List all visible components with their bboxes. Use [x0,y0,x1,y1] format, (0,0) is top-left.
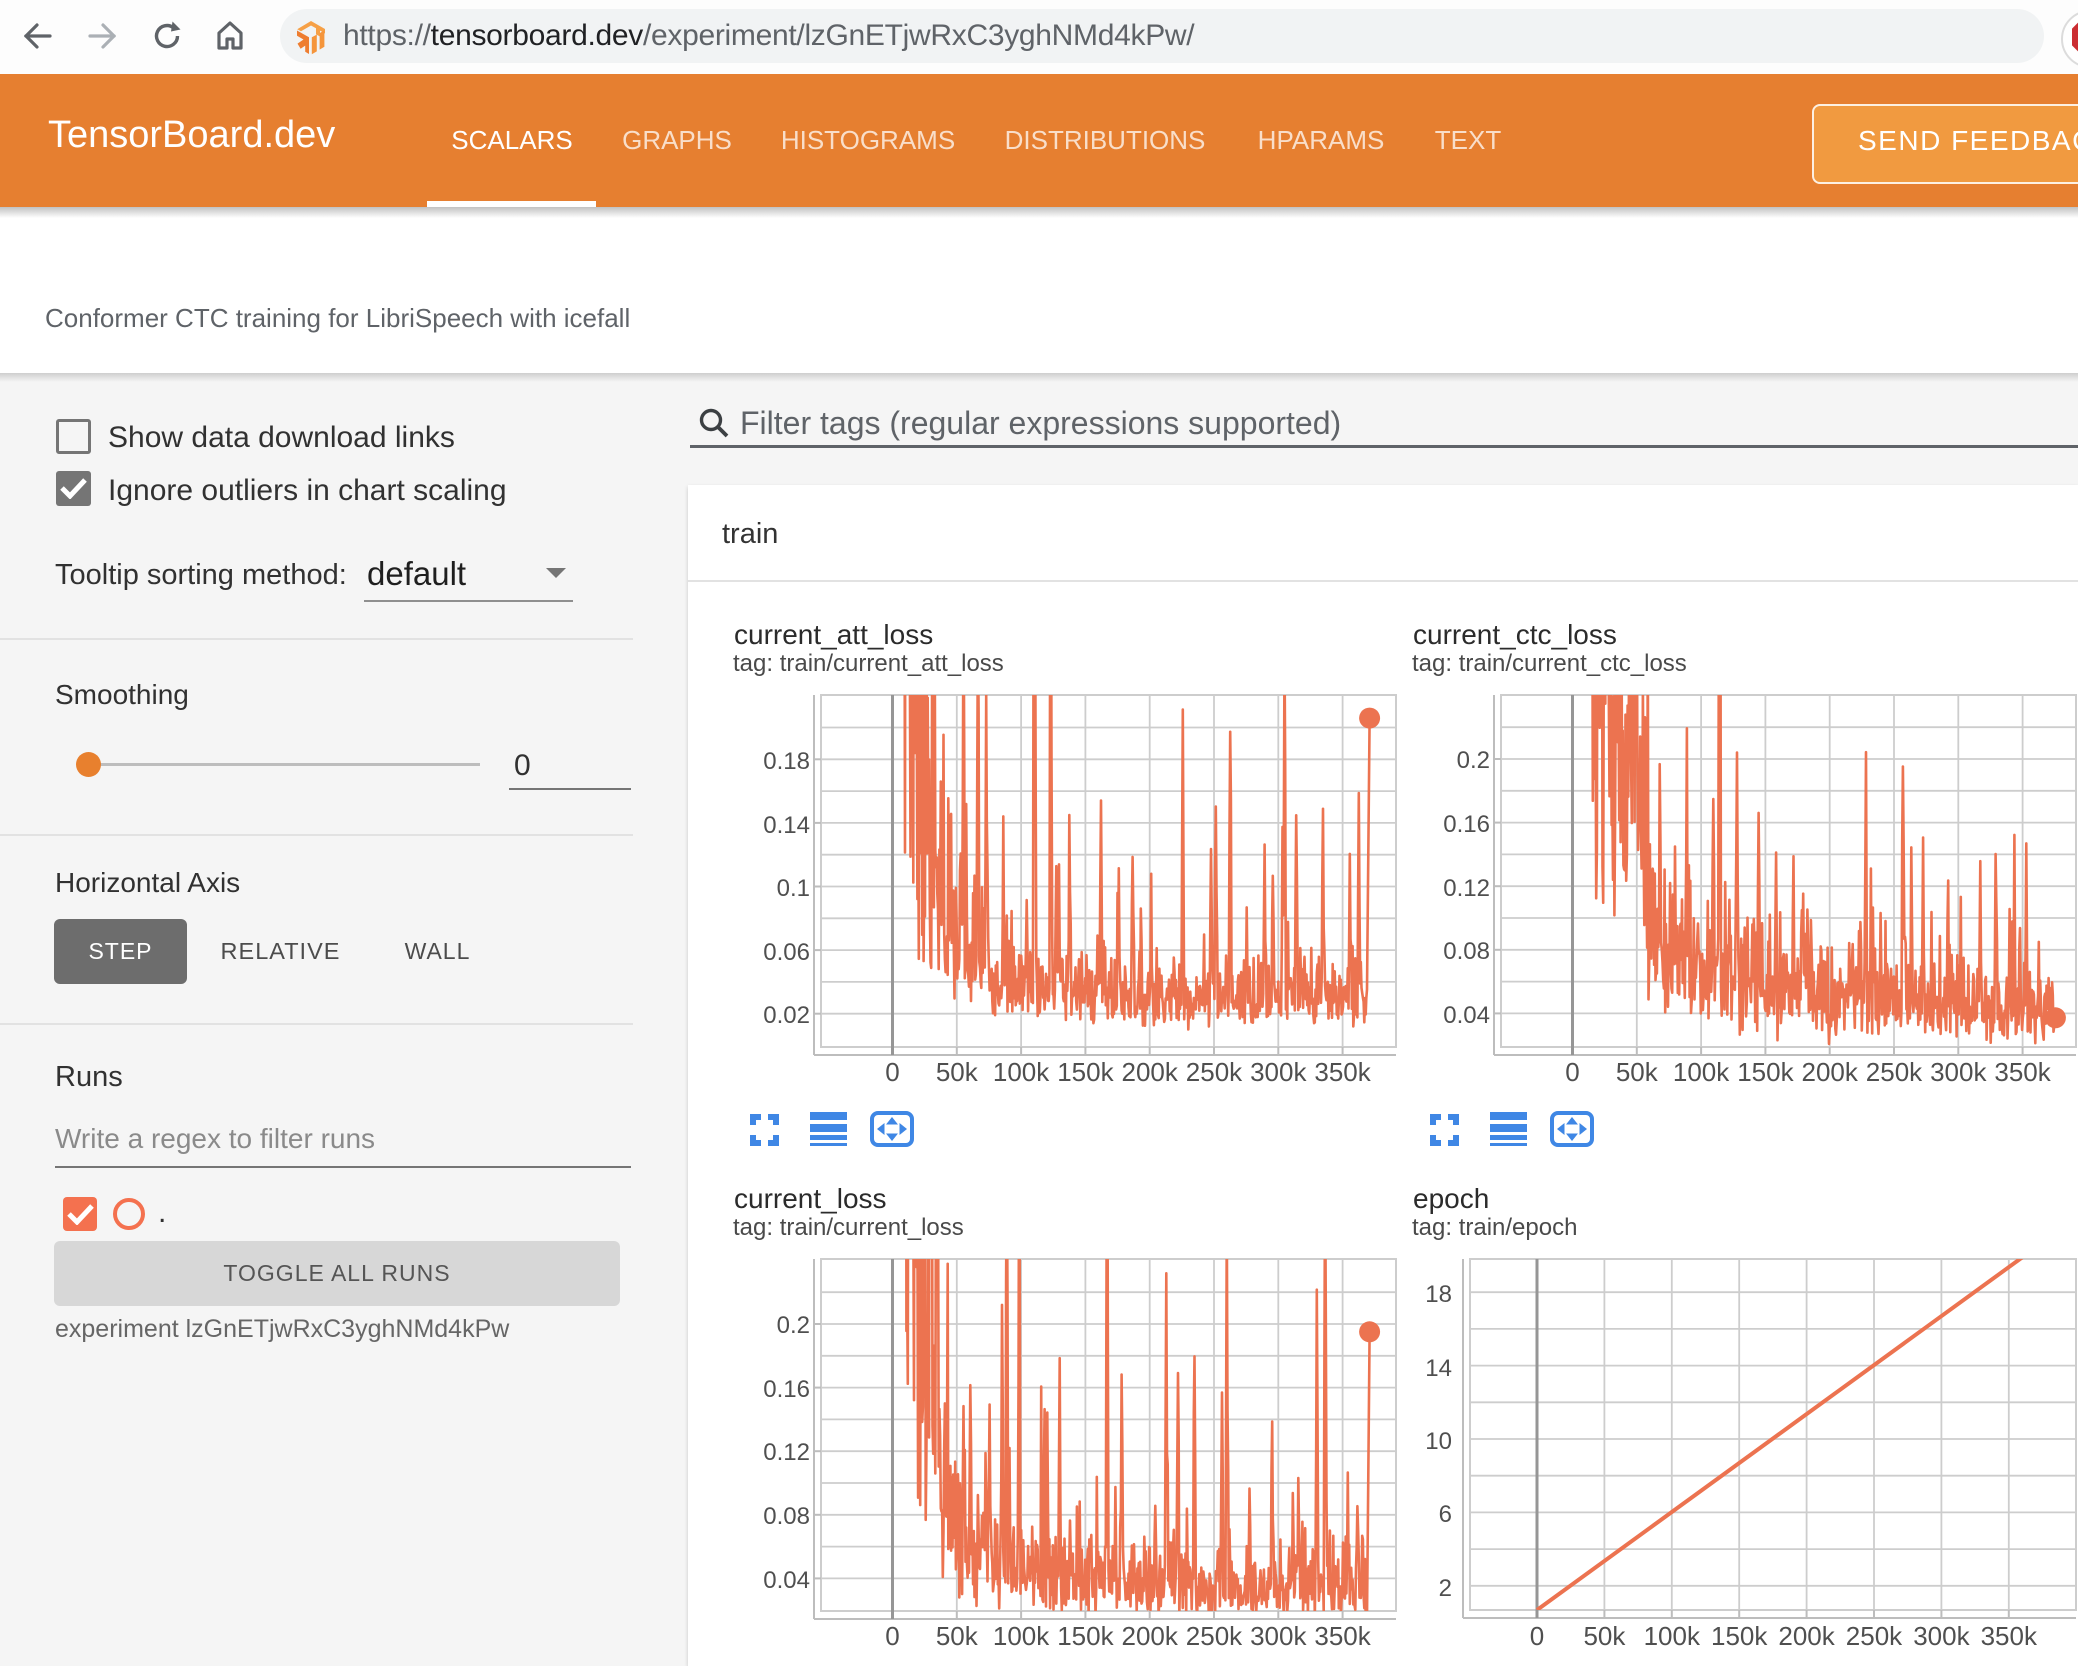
svg-text:250k: 250k [1846,1621,1903,1651]
svg-text:0.16: 0.16 [1443,811,1490,838]
svg-text:100k: 100k [1644,1621,1701,1651]
svg-text:2: 2 [1439,1575,1452,1602]
svg-text:250k: 250k [1186,1057,1243,1087]
svg-text:100k: 100k [993,1057,1050,1087]
svg-text:300k: 300k [1913,1621,1970,1651]
svg-text:300k: 300k [1250,1057,1307,1087]
svg-text:350k: 350k [1314,1621,1371,1651]
svg-text:50k: 50k [1616,1057,1659,1087]
svg-text:300k: 300k [1930,1057,1987,1087]
svg-text:10: 10 [1425,1428,1452,1455]
svg-text:100k: 100k [1673,1057,1730,1087]
svg-text:0: 0 [1530,1621,1544,1651]
svg-text:350k: 350k [1314,1057,1371,1087]
svg-text:350k: 350k [1981,1621,2038,1651]
svg-text:0: 0 [885,1057,899,1087]
svg-text:200k: 200k [1802,1057,1859,1087]
svg-text:0.16: 0.16 [763,1376,810,1403]
svg-text:100k: 100k [993,1621,1050,1651]
svg-text:0.2: 0.2 [1457,747,1490,774]
svg-text:200k: 200k [1778,1621,1835,1651]
svg-text:150k: 150k [1711,1621,1768,1651]
svg-text:18: 18 [1425,1281,1452,1308]
svg-text:0.08: 0.08 [1443,938,1490,965]
svg-text:0.18: 0.18 [763,748,810,775]
svg-text:0.2: 0.2 [777,1312,810,1339]
svg-text:0: 0 [1565,1057,1579,1087]
svg-text:350k: 350k [1994,1057,2051,1087]
svg-text:50k: 50k [936,1057,979,1087]
svg-text:200k: 200k [1122,1057,1179,1087]
svg-text:0.06: 0.06 [763,939,810,966]
svg-text:250k: 250k [1186,1621,1243,1651]
svg-text:150k: 150k [1057,1057,1114,1087]
svg-text:50k: 50k [1583,1621,1626,1651]
svg-text:6: 6 [1439,1501,1452,1528]
svg-text:0: 0 [885,1621,899,1651]
svg-text:150k: 150k [1737,1057,1794,1087]
svg-text:0.04: 0.04 [1443,1002,1490,1029]
svg-text:0.12: 0.12 [1443,875,1490,902]
svg-text:0.08: 0.08 [763,1503,810,1530]
svg-text:0.04: 0.04 [763,1567,810,1594]
svg-text:300k: 300k [1250,1621,1307,1651]
svg-text:14: 14 [1425,1355,1452,1382]
svg-text:50k: 50k [936,1621,979,1651]
svg-text:250k: 250k [1866,1057,1923,1087]
svg-text:0.12: 0.12 [763,1439,810,1466]
svg-text:0.1: 0.1 [777,875,810,902]
svg-text:200k: 200k [1122,1621,1179,1651]
svg-text:0.02: 0.02 [763,1002,810,1029]
svg-text:0.14: 0.14 [763,812,810,839]
svg-text:150k: 150k [1057,1621,1114,1651]
